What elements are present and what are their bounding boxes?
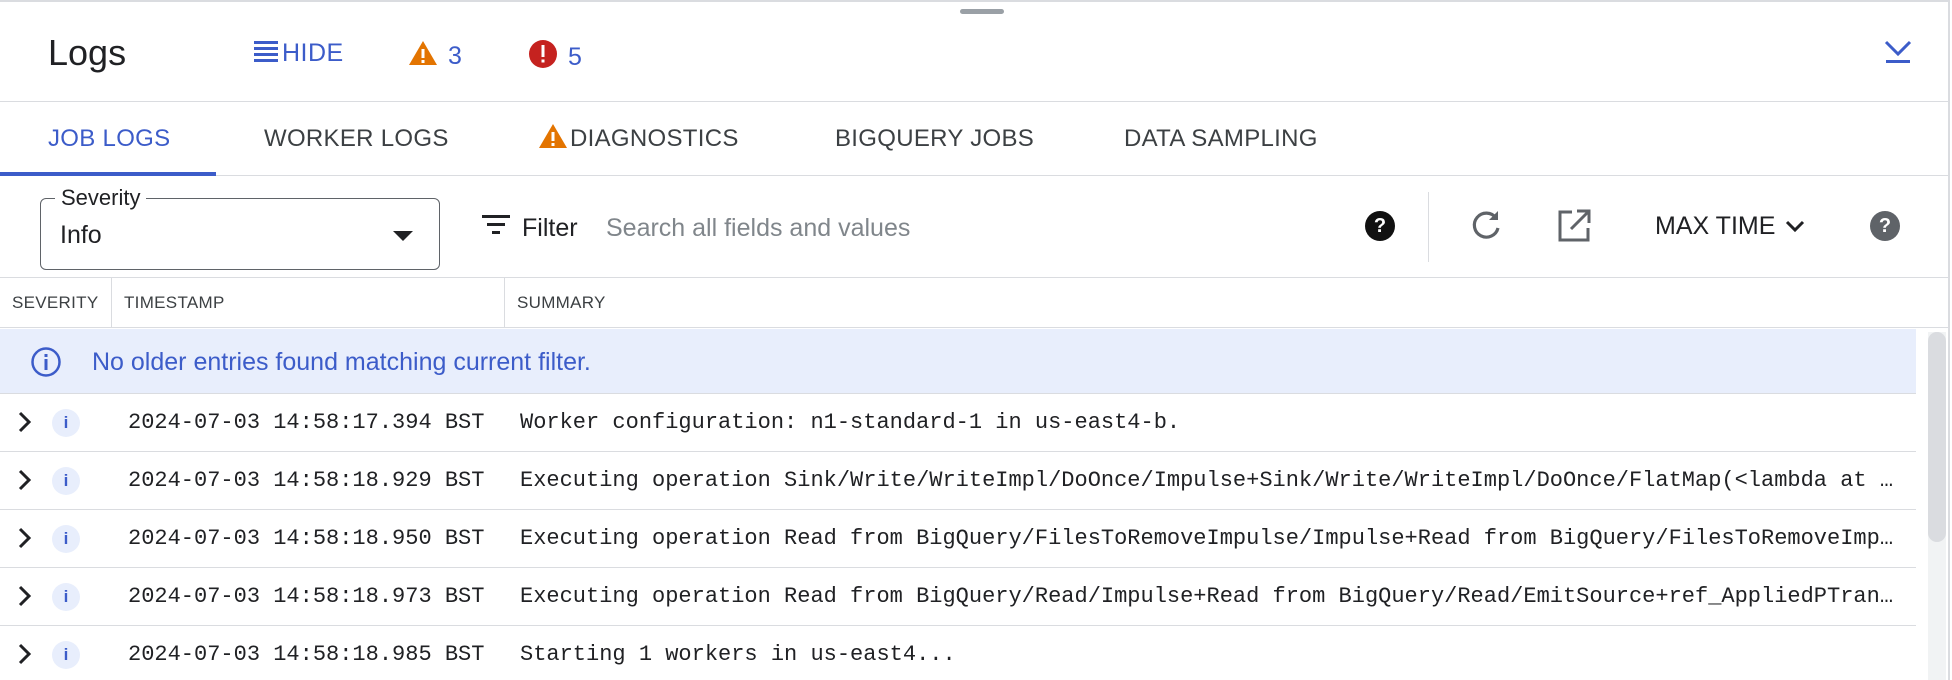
row-summary: Worker configuration: n1-standard-1 in u… — [520, 410, 1181, 435]
log-rows: i 2024-07-03 14:58:17.394 BST Worker con… — [0, 394, 1916, 680]
tab-diagnostics[interactable]: DIAGNOSTICS — [538, 102, 739, 176]
row-timestamp: 2024-07-03 14:58:18.950 BST — [128, 526, 485, 551]
tab-job-logs[interactable]: JOB LOGS — [48, 102, 170, 176]
error-icon — [528, 39, 558, 76]
expand-chevron-icon[interactable] — [17, 469, 33, 498]
row-summary: Executing operation Sink/Write/WriteImpl… — [520, 468, 1894, 493]
row-timestamp: 2024-07-03 14:58:18.985 BST — [128, 642, 485, 667]
info-banner: No older entries found matching current … — [0, 329, 1916, 394]
panel-title: Logs — [48, 32, 127, 73]
logs-header: Logs HIDE 3 5 — [0, 2, 1948, 102]
banner-message: No older entries found matching current … — [92, 348, 591, 376]
info-icon — [30, 346, 62, 383]
log-toolbar: Severity Info Filter ? — [0, 176, 1948, 278]
error-count: 5 — [568, 43, 582, 71]
error-count-button[interactable]: 5 — [528, 39, 582, 76]
logs-panel: Logs HIDE 3 5 JOB LOGS WORKER LOGS DIAGN… — [0, 0, 1950, 680]
open-in-new-button[interactable] — [1556, 208, 1592, 249]
table-row[interactable]: i 2024-07-03 14:58:17.394 BST Worker con… — [0, 394, 1916, 452]
toolbar-divider — [1428, 192, 1429, 262]
severity-value: Info — [60, 221, 102, 249]
expand-chevron-icon[interactable] — [17, 411, 33, 440]
row-timestamp: 2024-07-03 14:58:17.394 BST — [128, 410, 485, 435]
warning-count: 3 — [448, 42, 462, 70]
table-row[interactable]: i 2024-07-03 14:58:18.950 BST Executing … — [0, 510, 1916, 568]
hide-label: HIDE — [282, 39, 344, 67]
tab-worker-logs[interactable]: WORKER LOGS — [264, 102, 449, 176]
table-row[interactable]: i 2024-07-03 14:58:18.985 BST Starting 1… — [0, 626, 1916, 680]
collapse-panel-button[interactable] — [1883, 36, 1913, 71]
severity-select[interactable]: Severity Info — [40, 185, 440, 270]
expand-chevron-icon[interactable] — [17, 527, 33, 556]
open-in-new-icon — [1556, 209, 1592, 248]
dropdown-caret-icon — [391, 229, 415, 248]
max-time-label: MAX TIME — [1655, 212, 1776, 240]
tab-data-sampling[interactable]: DATA SAMPLING — [1124, 102, 1318, 176]
filter-label: Filter — [522, 214, 578, 242]
expand-chevron-icon[interactable] — [17, 643, 33, 672]
chevron-down-icon — [1785, 212, 1805, 241]
info-severity-icon: i — [52, 641, 80, 669]
list-icon — [252, 38, 280, 69]
collapse-down-icon — [1883, 40, 1913, 70]
table-row[interactable]: i 2024-07-03 14:58:18.929 BST Executing … — [0, 452, 1916, 510]
info-severity-icon: i — [52, 409, 80, 437]
tab-diagnostics-label: DIAGNOSTICS — [570, 125, 739, 152]
tab-bigquery-jobs[interactable]: BIGQUERY JOBS — [835, 102, 1034, 176]
filter-button[interactable]: Filter — [482, 214, 578, 243]
column-header-severity[interactable]: SEVERITY — [0, 278, 112, 328]
info-severity-icon: i — [52, 525, 80, 553]
max-time-button[interactable]: MAX TIME — [1655, 212, 1805, 241]
row-timestamp: 2024-07-03 14:58:18.973 BST — [128, 584, 485, 609]
search-input[interactable] — [606, 206, 1346, 250]
row-summary: Executing operation Read from BigQuery/F… — [520, 526, 1894, 551]
severity-label: Severity — [55, 185, 147, 211]
table-row[interactable]: i 2024-07-03 14:58:18.973 BST Executing … — [0, 568, 1916, 626]
expand-chevron-icon[interactable] — [17, 585, 33, 614]
warning-icon — [408, 39, 438, 74]
row-timestamp: 2024-07-03 14:58:18.929 BST — [128, 468, 485, 493]
warning-icon — [538, 122, 568, 157]
row-summary: Starting 1 workers in us-east4... — [520, 642, 956, 667]
refresh-button[interactable] — [1468, 208, 1504, 249]
scrollbar-thumb[interactable] — [1928, 332, 1946, 542]
row-summary: Executing operation Read from BigQuery/R… — [520, 584, 1894, 609]
info-severity-icon: i — [52, 467, 80, 495]
filter-help-icon[interactable]: ? — [1365, 211, 1395, 241]
column-header-timestamp[interactable]: TIMESTAMP — [112, 278, 505, 328]
log-tabs: JOB LOGS WORKER LOGS DIAGNOSTICS BIGQUER… — [0, 102, 1948, 176]
filter-icon — [482, 214, 510, 243]
log-table-header: SEVERITY TIMESTAMP SUMMARY — [0, 278, 1948, 328]
column-header-summary[interactable]: SUMMARY — [505, 278, 1948, 328]
info-severity-icon: i — [52, 583, 80, 611]
hide-logs-button[interactable]: HIDE — [252, 38, 344, 69]
warning-count-button[interactable]: 3 — [408, 39, 462, 74]
help-icon[interactable]: ? — [1870, 211, 1900, 241]
refresh-icon — [1468, 211, 1504, 248]
